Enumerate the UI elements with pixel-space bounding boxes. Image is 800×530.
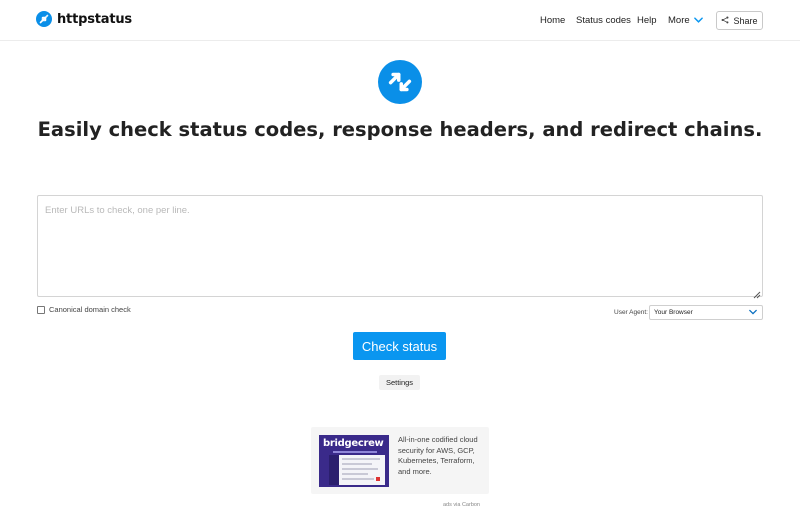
user-agent-label: User Agent: [614,309,648,316]
ad-screenshot-alert [376,477,380,481]
canonical-label: Canonical domain check [49,305,131,314]
ad-screenshot-row [342,478,374,480]
ad-screenshot-row [342,473,368,475]
headline-part: , and [528,118,591,141]
headline-part: Easily check [37,118,179,141]
headline-emphasis-redirect-chains: redirect chains [590,118,755,141]
ad-text[interactable]: All-in-one codified cloud security for A… [398,435,486,477]
logo-text: httpstatus [57,11,132,27]
ad-via-link[interactable]: ads via Carbon [443,502,480,508]
arrows-redirect-icon [378,60,422,104]
ad-screenshot-row [342,468,378,470]
user-agent-select[interactable]: Your Browser [649,305,763,320]
canonical-checkbox[interactable] [37,305,45,314]
headline-part: , [317,118,333,141]
chevron-down-icon [693,15,703,26]
check-status-button[interactable]: Check status [353,332,446,360]
canonical-domain-check[interactable]: Canonical domain check [37,305,131,314]
page-headline: Easily check status codes, response head… [0,118,800,141]
nav-status-codes-label: Status codes [576,15,631,26]
settings-button[interactable]: Settings [379,375,420,390]
nav-home-label: Home [540,15,566,26]
chevron-down-icon [749,309,757,317]
resize-handle-icon[interactable] [752,286,761,299]
user-agent-selected: Your Browser [654,309,693,316]
headline-emphasis-response-headers: response headers [332,118,529,141]
ad-screenshot-row [342,463,372,465]
carbon-ad[interactable]: bridgecrew All-in-one codified cloud sec… [311,427,489,494]
arrows-redirect-icon [36,11,52,27]
nav-home[interactable]: Home [540,0,565,41]
nav-more-dropdown[interactable]: More [668,0,703,41]
ad-brand-logo: bridgecrew [323,438,384,449]
nav-status-codes[interactable]: Status codes [576,0,631,41]
nav-more-label: More [668,15,690,26]
logo-link[interactable]: httpstatus [36,11,132,27]
share-label: Share [733,15,758,26]
headline-part: . [754,118,763,141]
top-navbar: httpstatus Home Status codes Help More S… [0,0,800,41]
share-button[interactable]: Share [716,11,763,30]
ad-brand-tagline-bar [333,451,377,453]
ad-screenshot-row [342,458,380,460]
ad-image[interactable]: bridgecrew [319,435,389,487]
ad-screenshot [329,455,385,485]
urls-input[interactable] [37,195,763,297]
ad-screenshot-sidebar [329,455,339,485]
nav-help[interactable]: Help [637,0,657,41]
share-icon [721,16,729,26]
headline-emphasis-status-codes: status codes [178,118,318,141]
nav-help-label: Help [637,15,657,26]
